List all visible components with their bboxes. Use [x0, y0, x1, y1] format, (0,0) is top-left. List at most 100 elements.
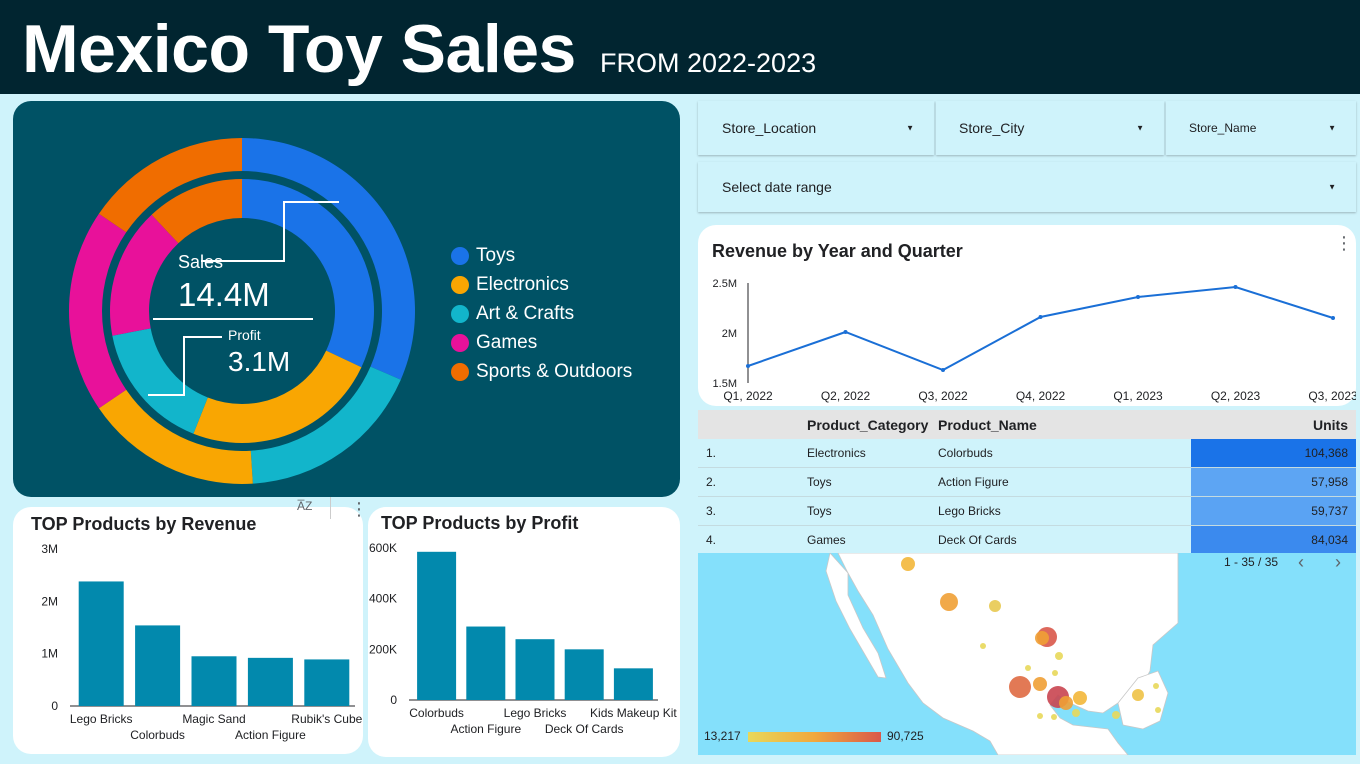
y-tick-label: 2.5M: [713, 278, 737, 290]
row-product: Colorbuds: [938, 446, 993, 460]
bar-magic-sand[interactable]: [191, 656, 237, 706]
store-name-filter[interactable]: Store_Name ▼: [1166, 101, 1356, 155]
dropdown-caret-icon: ▼: [1328, 182, 1336, 192]
date-range-filter[interactable]: Select date range ▼: [698, 162, 1356, 212]
bar-deck-of-cards[interactable]: [564, 649, 604, 700]
x-tick-label: Lego Bricks: [70, 712, 133, 726]
y-tick-label: 1M: [41, 647, 58, 661]
y-tick-label: 2M: [41, 594, 58, 608]
map-color-scale: [748, 732, 881, 742]
legend-dot-art-crafts: [451, 304, 469, 323]
row-category: Electronics: [807, 446, 866, 460]
y-tick-label: 400K: [369, 592, 397, 606]
x-tick-label: Rubik's Cube: [291, 712, 362, 726]
column-header-name[interactable]: Product_Name: [938, 417, 1037, 433]
legend-label: Sports & Outdoors: [476, 360, 633, 382]
row-category: Toys: [807, 504, 832, 518]
store-location-filter[interactable]: Store_Location ▼: [698, 101, 934, 155]
x-tick-label: Action Figure: [235, 728, 306, 742]
table-row[interactable]: 2. Toys Action Figure 57,958: [698, 468, 1356, 497]
sales-donut-panel: Sales 14.4M Profit 3.1M Toys Electronics…: [13, 101, 680, 497]
legend-dot-sports: [451, 362, 469, 381]
x-tick-label: Kids Makeup Kit: [590, 706, 677, 720]
profit-value: 3.1M: [228, 346, 290, 377]
row-product: Action Figure: [938, 475, 1009, 489]
legend-label: Art & Crafts: [476, 302, 575, 324]
column-header-units[interactable]: Units: [1313, 417, 1348, 433]
x-tick-label: Magic Sand: [182, 712, 245, 726]
scale-max-label: 90,725: [887, 729, 924, 743]
row-units-bar: 57,958: [1191, 468, 1356, 496]
legend-item-electronics[interactable]: Electronics: [451, 270, 632, 299]
x-tick-label: Q2, 2022: [821, 389, 871, 403]
revenue-point-q4-2022[interactable]: [1038, 315, 1043, 319]
store-bubble-map[interactable]: [698, 553, 1356, 755]
legend-item-sports[interactable]: Sports & Outdoors: [451, 357, 632, 386]
column-header-category[interactable]: Product_Category: [807, 417, 928, 433]
chevron-right-icon[interactable]: ›: [1335, 552, 1341, 573]
bar-lego-bricks[interactable]: [78, 581, 124, 706]
revenue-point-q2-2022[interactable]: [843, 330, 848, 334]
legend-item-art-crafts[interactable]: Art & Crafts: [451, 299, 632, 328]
bar-action-figure[interactable]: [466, 626, 506, 700]
page-title: Mexico Toy Sales: [22, 11, 576, 87]
y-tick-label: 200K: [369, 642, 397, 656]
filter-label: Store_City: [959, 120, 1025, 136]
y-tick-label: 3M: [41, 542, 58, 556]
x-tick-label: Q3, 2022: [918, 389, 968, 403]
row-index: 3.: [706, 504, 717, 518]
table-row[interactable]: 3. Toys Lego Bricks 59,737: [698, 497, 1356, 526]
legend-dot-toys: [451, 246, 469, 265]
y-tick-label: 600K: [369, 541, 397, 555]
revenue-line-chart[interactable]: 2.5M2M1.5MQ1, 2022 Q2, 2022 Q3, 2022 Q4, 20…: [698, 225, 1356, 406]
filter-label: Store_Location: [722, 120, 817, 136]
bar-colorbuds[interactable]: [135, 625, 181, 706]
chevron-left-icon[interactable]: ‹: [1298, 552, 1304, 573]
more-options-icon[interactable]: ⋮: [350, 500, 368, 518]
pagination-label: 1 - 35 / 35: [1224, 555, 1279, 569]
dropdown-caret-icon: ▼: [1328, 123, 1336, 133]
category-legend: Toys Electronics Art & Crafts Games Spor…: [451, 241, 632, 386]
legend-label: Electronics: [476, 273, 569, 295]
dropdown-caret-icon: ▼: [906, 123, 914, 133]
bar-lego-bricks[interactable]: [515, 639, 555, 700]
x-tick-label: Q4, 2022: [1016, 389, 1066, 403]
revenue-point-q3-2023[interactable]: [1331, 316, 1335, 320]
table-row[interactable]: 4. Games Deck Of Cards 84,034: [698, 526, 1356, 555]
revenue-point-q1-2022[interactable]: [746, 364, 750, 368]
product-units-table: Product_Category Product_Name Units 1. E…: [698, 410, 1356, 555]
x-tick-label: Deck Of Cards: [545, 722, 624, 736]
store-city-filter[interactable]: Store_City ▼: [936, 101, 1164, 155]
row-units-bar: 59,737: [1191, 497, 1356, 525]
profit-bar-chart[interactable]: 600K 400K 200K 0 Colorbuds Action Figure Lego …: [368, 507, 680, 757]
table-row[interactable]: 1. Electronics Colorbuds 104,368: [698, 439, 1356, 468]
row-units-bar: 84,034: [1191, 526, 1356, 554]
y-tick-label: 0: [51, 699, 58, 713]
legend-dot-games: [451, 333, 469, 352]
y-tick-label: 0: [390, 693, 397, 707]
filter-label: Select date range: [722, 179, 832, 195]
bar-action-figure[interactable]: [247, 657, 293, 706]
profit-bar-card: TOP Products by Profit 600K 400K 200K 0 Colo…: [368, 507, 680, 757]
revenue-bar-chart[interactable]: 3M 2M 1M 0 Lego Bricks Colorbuds Magic Sand Act…: [13, 507, 363, 754]
row-product: Deck Of Cards: [938, 533, 1017, 547]
row-index: 4.: [706, 533, 717, 547]
sales-label: Sales: [178, 252, 223, 272]
revenue-point-q1-2023[interactable]: [1136, 295, 1140, 299]
bar-colorbuds[interactable]: [417, 551, 457, 700]
legend-item-toys[interactable]: Toys: [451, 241, 632, 270]
revenue-line-card: Revenue by Year and Quarter ⋮ 2.5M 2M 1.5M…: [698, 225, 1356, 406]
revenue-point-q2-2023[interactable]: [1233, 285, 1238, 289]
legend-item-games[interactable]: Games: [451, 328, 632, 357]
bar-kids-makeup-kit[interactable]: [613, 668, 653, 700]
sort-az-icon[interactable]: A̅Z: [297, 499, 312, 513]
revenue-series-line[interactable]: [747, 285, 1334, 372]
row-product: Lego Bricks: [938, 504, 1001, 518]
mexico-map: [825, 553, 1179, 755]
revenue-point-q3-2022[interactable]: [941, 368, 945, 372]
profit-label: Profit: [228, 327, 261, 343]
x-tick-label: Action Figure: [450, 722, 521, 736]
x-tick-label: Lego Bricks: [504, 706, 567, 720]
bar-rubik-s-cube[interactable]: [304, 659, 350, 706]
dropdown-caret-icon: ▼: [1136, 123, 1144, 133]
